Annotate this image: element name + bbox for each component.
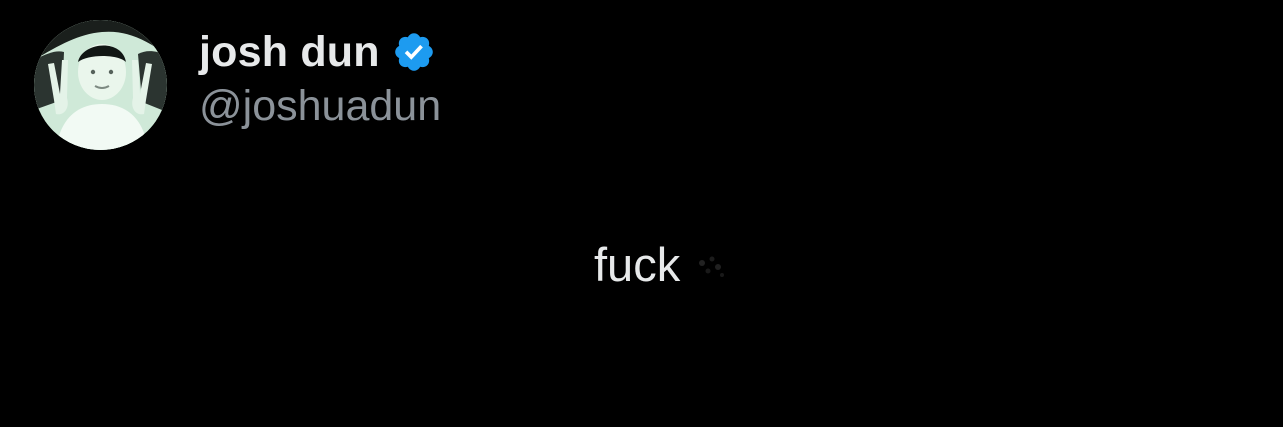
verified-badge-icon	[392, 30, 436, 74]
avatar-photo	[34, 20, 167, 150]
tweet-text-content: fuck	[594, 238, 681, 291]
author-handle[interactable]: @joshuadun	[199, 82, 441, 131]
author-name-row: josh dun	[199, 24, 436, 80]
obscured-emoji-icon	[688, 245, 732, 285]
avatar[interactable]	[34, 20, 167, 150]
author-display-name[interactable]: josh dun	[199, 28, 380, 77]
tweet-card: josh dun @joshuadun fuck	[0, 0, 1283, 427]
tweet-text: fuck	[594, 237, 732, 292]
